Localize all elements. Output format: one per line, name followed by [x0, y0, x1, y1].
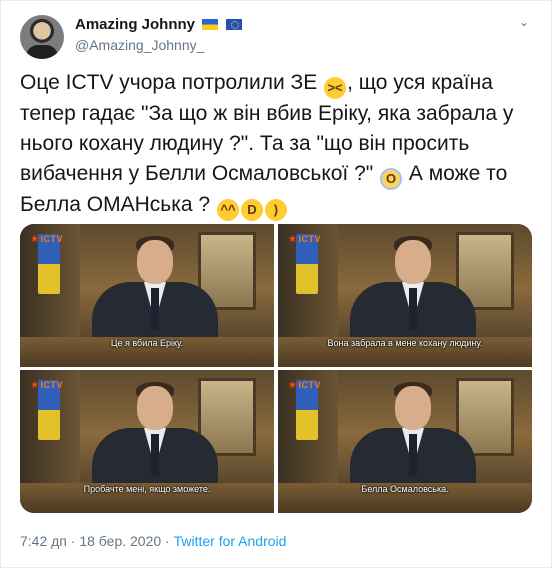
tweet-text: Оце ICTV учора потролили ЗЕ ><, що уся к…	[20, 68, 520, 221]
video-frame[interactable]: ★ICTV Пробачте мені, якщо зможете.	[20, 370, 274, 513]
tears-of-joy-icon: ^^	[216, 199, 239, 221]
channel-logo: ★ICTV	[288, 380, 321, 391]
display-name[interactable]: Amazing Johnny	[75, 16, 195, 34]
tweet-text-line: Оце ICTV учора потролили ЗЕ	[20, 71, 324, 94]
tweet-text-line: тепер гадає "За що ж він вбив Еріку, яка…	[20, 102, 514, 125]
media-grid: ★ICTV Це я вбила Еріку. ★ICTV Вона забра…	[20, 224, 532, 513]
author-names[interactable]: Amazing Johnny @Amazing_Johnny_	[75, 16, 242, 54]
timestamp[interactable]: 7:42 дп · 18 бер. 2020	[20, 533, 161, 549]
tweet-text-line: вибачення у Белли Осмаловської ?"	[20, 162, 380, 185]
user-handle[interactable]: @Amazing_Johnny_	[75, 36, 242, 54]
star-icon: ★	[288, 380, 298, 391]
tweet-text-line: нього кохану людину ?". Та за "що він пр…	[20, 132, 470, 155]
tweet-card: Amazing Johnny @Amazing_Johnny_ ⌄ Оце IC…	[0, 0, 552, 568]
source-link[interactable]: Twitter for Android	[174, 533, 287, 549]
video-frame[interactable]: ★ICTV Вона забрала в мене кохану людину.	[278, 224, 532, 367]
star-icon: ★	[288, 234, 298, 245]
grinning-squinting-face-icon: ><	[324, 77, 347, 99]
chevron-down-icon[interactable]: ⌄	[517, 15, 531, 29]
face-screaming-icon: O	[380, 168, 403, 190]
video-subtitle: Вона забрала в мене кохану людину.	[327, 338, 483, 348]
channel-logo: ★ICTV	[288, 234, 321, 245]
tweet-text-line: , що уся країна	[347, 71, 493, 94]
meta-separator: ·	[161, 533, 174, 549]
video-frame[interactable]: ★ICTV Це я вбила Еріку.	[20, 224, 274, 367]
star-icon: ★	[30, 234, 40, 245]
tweet-meta: 7:42 дп · 18 бер. 2020 · Twitter for And…	[20, 531, 286, 551]
smiling-face-icon: )	[264, 199, 287, 221]
tweet-header: Amazing Johnny @Amazing_Johnny_ ⌄	[20, 13, 539, 61]
video-subtitle: Пробачте мені, якщо зможете.	[83, 484, 211, 494]
channel-logo: ★ICTV	[30, 234, 63, 245]
video-frame[interactable]: ★ICTV Белла Осмаловська.	[278, 370, 532, 513]
ua-flag-icon	[202, 19, 219, 30]
video-subtitle: Це я вбила Еріку.	[110, 338, 184, 348]
video-subtitle: Белла Осмаловська.	[361, 484, 449, 494]
star-icon: ★	[30, 380, 40, 391]
grinning-face-icon: D	[240, 199, 263, 221]
avatar[interactable]	[20, 15, 64, 59]
eu-flag-icon	[225, 19, 242, 30]
tweet-text-line: Белла ОМАНська ?	[20, 193, 216, 216]
tweet-text-line: А може то	[403, 162, 508, 185]
channel-logo: ★ICTV	[30, 380, 63, 391]
